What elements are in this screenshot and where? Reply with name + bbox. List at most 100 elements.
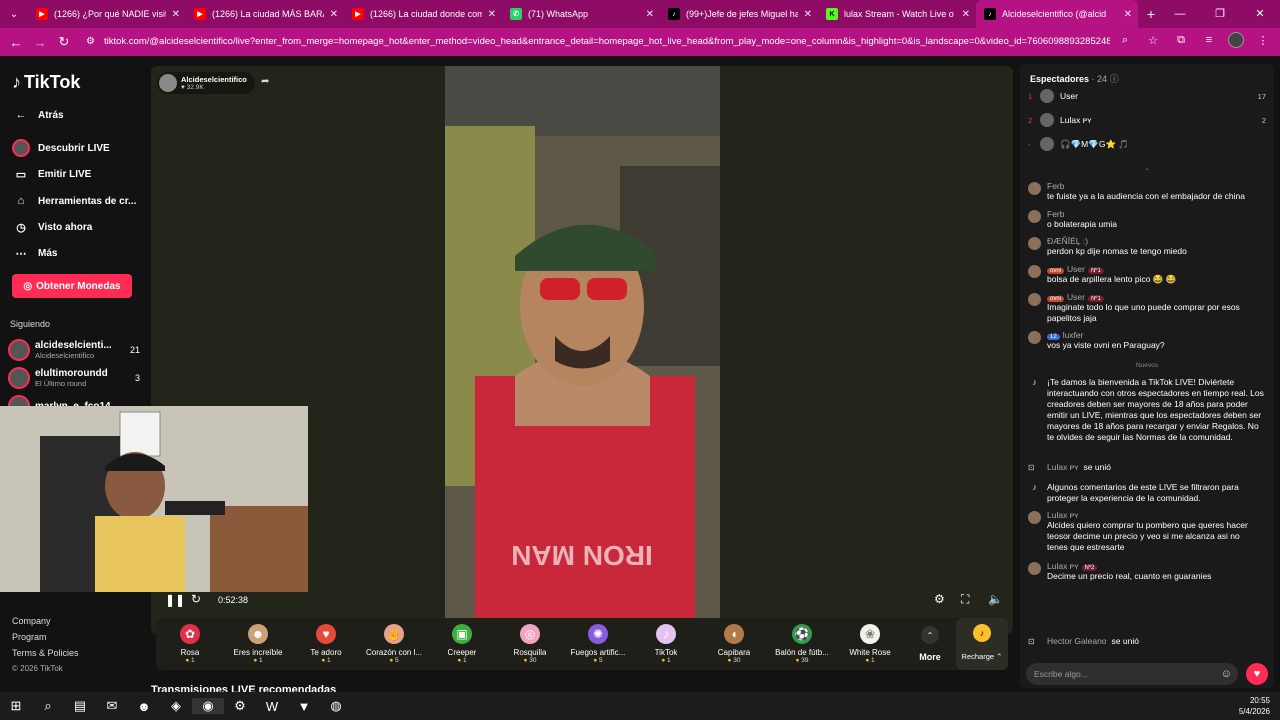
fullscreen-icon[interactable]: ⛶ <box>961 592 969 607</box>
zoom-icon[interactable]: ⌕ <box>1116 34 1134 47</box>
chat-username[interactable]: ÐÆÑĪÉĻ :) <box>1047 236 1088 246</box>
gift-item[interactable]: ◖ Capibara ● 30 <box>700 618 768 670</box>
system-clock[interactable]: 20:55 5/4/2026 <box>1239 695 1270 717</box>
chat-username[interactable]: luxfer <box>1063 330 1084 340</box>
chat-username[interactable]: Lulax ᴘʏ <box>1047 561 1079 571</box>
tab-close-icon[interactable]: ✕ <box>330 9 338 20</box>
join-user[interactable]: Hector Galeano <box>1047 636 1107 646</box>
back-icon[interactable]: ← <box>4 35 28 50</box>
avatar[interactable] <box>1028 331 1041 344</box>
gift-item[interactable]: ✺ Fuegos artific... ● 5 <box>564 618 632 670</box>
avatar[interactable] <box>8 367 30 389</box>
search-icon[interactable]: ⌕ <box>32 698 64 714</box>
browser-tab[interactable]: ▶ (1266) ¿Por qué NADIE visita Pa ✕ <box>28 0 186 28</box>
tab-close-icon[interactable]: ✕ <box>646 9 654 20</box>
company-link[interactable]: Company <box>12 613 79 629</box>
task-view-icon[interactable]: ▤ <box>64 698 96 714</box>
host-chip[interactable]: Alcideselcientifico ♥ 32.9K <box>157 72 255 94</box>
chat-username[interactable]: Ferb <box>1047 209 1064 219</box>
chrome-icon[interactable]: ◉ <box>192 698 224 714</box>
gift-item[interactable]: ⚽ Balón de fútb... ● 39 <box>768 618 836 670</box>
forward-icon[interactable]: → <box>28 35 52 50</box>
media-control-icon[interactable]: ≡ <box>1200 34 1218 46</box>
avatar[interactable] <box>1040 137 1054 151</box>
wow-icon[interactable]: W <box>256 699 288 714</box>
steam-icon[interactable]: ⚙ <box>224 698 256 714</box>
live-video-stream[interactable]: IRON MAN <box>445 66 720 618</box>
collapse-chevron-icon[interactable]: ⌄ <box>1020 164 1274 172</box>
browser-tab[interactable]: ✆ (71) WhatsApp ✕ <box>502 0 660 28</box>
minimize-icon[interactable]: — <box>1160 0 1200 28</box>
gift-item[interactable]: ♪ TikTok ● 1 <box>632 618 700 670</box>
pause-icon[interactable]: ❚❚ <box>165 593 185 607</box>
avatar[interactable] <box>1040 89 1054 103</box>
volume-icon[interactable]: 🔈 <box>988 592 1003 606</box>
recharge-button[interactable]: ♪ Recharge ⌃ <box>956 618 1008 670</box>
avatar[interactable] <box>1028 265 1041 278</box>
restore-icon[interactable]: ❐ <box>1200 0 1240 28</box>
gift-item[interactable]: ✌ Corazón con l... ● 5 <box>360 618 428 670</box>
avatar[interactable] <box>1028 293 1041 306</box>
sidebar-item-5[interactable]: ⋯ Más <box>12 244 142 262</box>
extensions-icon[interactable]: ⧉ <box>1172 34 1190 47</box>
windows-start-icon[interactable]: ⊞ <box>0 698 32 714</box>
avatar[interactable] <box>1028 511 1041 524</box>
host-avatar[interactable] <box>159 74 177 92</box>
profile-avatar[interactable] <box>1228 32 1244 48</box>
gift-item[interactable]: ❀ White Rose ● 1 <box>836 618 904 670</box>
browser-tab[interactable]: Klulax Stream - Watch Live o ✕ <box>818 0 976 28</box>
browser-tab[interactable]: ▶ (1266) La ciudad donde compr ✕ <box>344 0 502 28</box>
top-viewer-row[interactable]: - 🎧💎M💎G⭐ 🎵 <box>1028 137 1266 151</box>
gift-item[interactable]: ✿ Rosa ● 1 <box>156 618 224 670</box>
tab-search-icon[interactable]: ⌄ <box>0 0 28 28</box>
gift-item[interactable]: ▣ Creeper ● 1 <box>428 618 496 670</box>
sidebar-item-3[interactable]: ⌂ Herramientas de cr... <box>12 192 142 210</box>
browser-tab[interactable]: ♪ Alcideselcientifico (@alcid ✕ <box>976 0 1138 28</box>
avatar[interactable] <box>8 339 30 361</box>
emoji-icon[interactable]: ☺ <box>1221 663 1232 685</box>
site-info-icon[interactable]: ⚙ <box>86 32 95 52</box>
like-heart-button[interactable]: ♥ <box>1246 663 1268 685</box>
top-viewer-row[interactable]: 1 User 17 <box>1028 89 1266 103</box>
browser-tab[interactable]: ▶ (1266) La ciudad MÁS BARATA ✕ <box>186 0 344 28</box>
browser-tab[interactable]: ♪ (99+)Jefe de jefes Miguel haed ✕ <box>660 0 818 28</box>
avatar[interactable] <box>1040 113 1054 127</box>
chat-username[interactable]: User <box>1067 292 1085 302</box>
obs-icon[interactable]: ◍ <box>320 698 352 714</box>
tab-close-icon[interactable]: ✕ <box>488 9 496 20</box>
top-viewer-row[interactable]: 2 Lulax ᴘʏ 2 <box>1028 113 1266 127</box>
get-coins-button[interactable]: ◎ Obtener Monedas <box>12 274 132 298</box>
host-name[interactable]: Alcideselcientifico <box>181 75 247 84</box>
chat-username[interactable]: User <box>1067 264 1085 274</box>
gift-item[interactable]: ♥ Te adoro ● 1 <box>292 618 360 670</box>
avatar[interactable] <box>1028 210 1041 223</box>
gift-item[interactable]: ☻ Eres increíble ● 1 <box>224 618 292 670</box>
tab-close-icon[interactable]: ✕ <box>1124 9 1132 20</box>
info-icon[interactable]: ⓘ <box>1110 74 1119 84</box>
tab-close-icon[interactable]: ✕ <box>962 9 970 20</box>
avatar[interactable] <box>1028 182 1041 195</box>
menu-kebab-icon[interactable]: ⋮ <box>1254 34 1272 47</box>
following-item[interactable]: elultimoroundd El Último round 3 <box>8 367 146 389</box>
sidebar-item-4[interactable]: ◷ Visto ahora <box>12 218 142 236</box>
chat-input[interactable]: Escribe algo... ☺ <box>1026 663 1238 685</box>
terms-link[interactable]: Terms & Policies <box>12 645 79 661</box>
chat-username[interactable]: Lulax ᴘʏ <box>1047 510 1079 520</box>
join-user[interactable]: Lulax ᴘʏ <box>1047 462 1079 472</box>
sidebar-item-1[interactable]: Descubrir LIVE <box>12 139 142 157</box>
bookmark-star-icon[interactable]: ☆ <box>1144 34 1162 47</box>
gift-item[interactable]: ◎ Rosquilla ● 30 <box>496 618 564 670</box>
avatar[interactable] <box>1028 237 1041 250</box>
tab-close-icon[interactable]: ✕ <box>172 9 180 20</box>
app-icon[interactable]: ◈ <box>160 698 192 714</box>
settings-icon[interactable]: ⚙ <box>934 592 945 606</box>
sidebar-item-0[interactable]: ← Atrás <box>12 106 142 124</box>
sidebar-item-2[interactable]: ▭ Emitir LIVE <box>12 165 142 183</box>
following-item[interactable]: alcideselcienti... Alcideselcientifico 21 <box>8 339 146 361</box>
more-gifts-button[interactable]: ⌃ More <box>904 618 956 670</box>
avatar[interactable] <box>1028 562 1041 575</box>
outlook-icon[interactable]: ✉ <box>96 698 128 714</box>
brave-icon[interactable]: ▼ <box>288 699 320 714</box>
reload-icon[interactable]: ↻ <box>52 34 76 50</box>
program-link[interactable]: Program <box>12 629 79 645</box>
